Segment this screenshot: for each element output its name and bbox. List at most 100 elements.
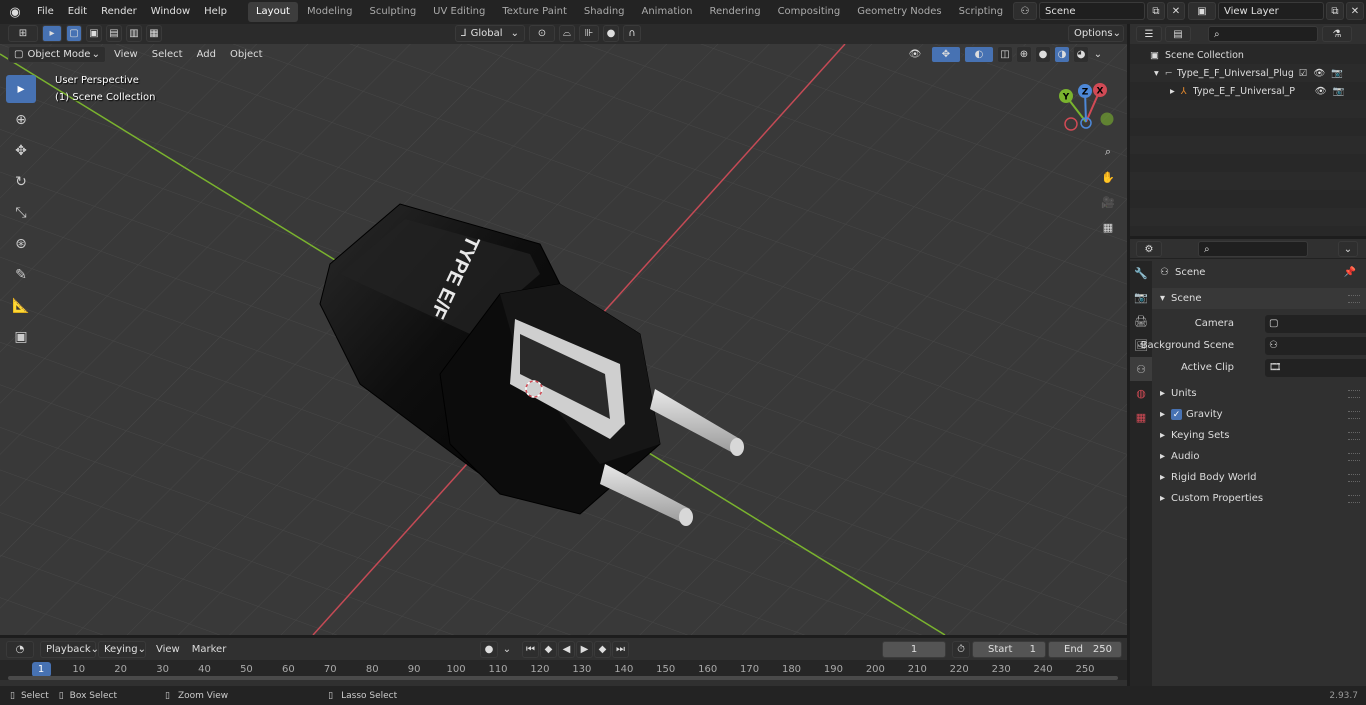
select-mode-subtract-icon[interactable]: ▤ [106,25,122,42]
drag-grip-icon[interactable] [1348,452,1360,461]
view-layer-icon[interactable]: ▣ [1188,2,1216,20]
timeline-editor-icon[interactable]: ◔ [6,640,34,658]
scene-selector-icon[interactable]: ⚇ [1013,2,1037,20]
pan-hand-icon[interactable]: ✋ [1097,166,1119,188]
wireframe-shading-icon[interactable]: ⊕ [1016,46,1032,63]
gizmo-toggle-icon[interactable]: ✥ [931,46,961,63]
rotate-tool-icon[interactable]: ↻ [6,168,36,196]
properties-editor-icon[interactable]: ⚙ [1136,241,1162,257]
menu-add[interactable]: Add [191,49,222,60]
drag-grip-icon[interactable] [1348,410,1360,419]
shading-options-icon[interactable]: ⌄ [1092,46,1104,63]
world-tab-icon[interactable]: ◍ [1130,381,1152,405]
keying-dropdown[interactable]: Keying ⌄ [98,640,146,658]
properties-search-input[interactable]: ⌕ [1198,241,1308,257]
delete-scene-icon[interactable]: ✕ [1167,2,1185,20]
drag-grip-icon[interactable] [1348,494,1360,503]
expand-arrow-icon[interactable]: ▾ [1154,68,1159,79]
tab-layout[interactable]: Layout [247,2,298,22]
outliner-editor-icon[interactable]: ☰ [1136,26,1162,42]
editor-type-icon[interactable]: ⊞ [8,25,38,42]
pivot-point-icon[interactable]: ⊙ [529,25,555,42]
menu-render[interactable]: Render [94,0,144,24]
tab-shading[interactable]: Shading [576,2,633,22]
visibility-icon[interactable]: 👁 [902,46,928,63]
xray-icon[interactable]: ◫ [997,46,1013,63]
menu-file[interactable]: File [30,0,61,24]
prev-keyframe-icon[interactable]: ◆ [540,641,557,658]
outliner-scene-collection[interactable]: ▣ Scene Collection [1130,46,1366,64]
drag-grip-icon[interactable] [1348,431,1360,440]
3d-viewport[interactable]: TYPE E/F User Perspective (1) Scene Coll… [0,44,1127,635]
camera-field[interactable]: ▢ ✒ [1265,314,1366,333]
frame-ruler[interactable]: 1 10 20 30 40 50 60 70 80 90 100 110 120 130 140 150 160… [0,660,1127,680]
add-cube-tool-icon[interactable]: ▣ [6,323,36,351]
measure-tool-icon[interactable]: 📐 [6,292,36,320]
keyframe-type-icon[interactable]: ⌄ [500,641,514,658]
select-mode-extend-icon[interactable]: ▣ [86,25,102,42]
tab-uv-editing[interactable]: UV Editing [425,2,493,22]
scale-tool-icon[interactable]: ⤡ [6,199,36,227]
expand-arrow-icon[interactable]: ▸ [1170,86,1175,97]
render-tab-icon[interactable]: 📷 [1130,285,1152,309]
tab-scripting[interactable]: Scripting [951,2,1011,22]
current-frame-field[interactable]: 1 [882,641,946,658]
filter-icon[interactable]: ⚗ [1322,26,1352,42]
eye-icon[interactable]: 👁 [1313,68,1325,79]
play-icon[interactable]: ▶ [576,641,593,658]
zoom-icon[interactable]: ⌕ [1097,141,1119,163]
select-box-tool-icon[interactable]: ▸ [6,75,36,103]
eye-icon[interactable]: 👁 [1315,86,1327,97]
options-dropdown[interactable]: Options ⌄ [1068,25,1124,42]
keying-sets-panel[interactable]: ▸ Keying Sets [1152,425,1366,446]
select-mode-intersect-icon[interactable]: ▦ [146,25,162,42]
camera-render-icon[interactable]: 📷 [1333,86,1345,97]
new-scene-icon[interactable]: ⧉ [1147,2,1165,20]
jump-end-icon[interactable]: ⏭ [612,641,629,658]
perspective-toggle-icon[interactable]: ▦ [1097,216,1119,238]
texture-tab-icon[interactable]: ▦ [1130,405,1152,429]
tab-modeling[interactable]: Modeling [299,2,361,22]
scene-section-header[interactable]: ▾ Scene [1152,288,1366,309]
navigation-gizmo[interactable]: X Y Z [1058,82,1118,142]
proportional-falloff-icon[interactable]: ∩ [623,25,641,42]
select-mode-new-icon[interactable]: ▢ [66,25,82,42]
camera-render-icon[interactable]: 📷 [1331,68,1343,79]
jump-start-icon[interactable]: ⏮ [522,641,539,658]
timeline-scrollbar[interactable] [8,676,1118,680]
playback-dropdown[interactable]: Playback ⌄ [40,640,99,658]
menu-object[interactable]: Object [224,49,269,60]
select-tool-icon[interactable]: ▸ [42,25,62,42]
properties-options-icon[interactable]: ⌄ [1338,241,1358,257]
gravity-checkbox[interactable]: ✓ [1171,409,1183,420]
preview-range-icon[interactable]: ⏱ [952,641,970,658]
pin-icon[interactable]: 📌 [1344,267,1356,278]
outliner-plug-adapter-row[interactable]: ▾ ⌐ Type_E_F_Universal_Plug_Ada ☑ 👁 📷 [1130,64,1366,82]
outliner-plug-row[interactable]: ▸ ⅄ Type_E_F_Universal_Plug 👁 📷 [1130,82,1366,100]
background-scene-field[interactable]: ⚇ [1265,336,1366,355]
move-tool-icon[interactable]: ✥ [6,137,36,165]
tab-rendering[interactable]: Rendering [701,2,768,22]
timeline-marker-menu[interactable]: Marker [186,644,233,655]
menu-window[interactable]: Window [144,0,197,24]
display-mode-icon[interactable]: ▤ [1165,26,1191,42]
delete-view-layer-icon[interactable]: ✕ [1346,2,1364,20]
tab-animation[interactable]: Animation [634,2,701,22]
overlay-toggle-icon[interactable]: ◐ [964,46,994,63]
menu-select[interactable]: Select [146,49,189,60]
start-frame-field[interactable]: Start 1 [972,641,1046,658]
drag-grip-icon[interactable] [1348,294,1360,303]
tab-geometry-nodes[interactable]: Geometry Nodes [849,2,949,22]
new-view-layer-icon[interactable]: ⧉ [1326,2,1344,20]
blender-logo-icon[interactable]: ◉ [0,0,30,24]
camera-view-icon[interactable]: 🎥 [1097,191,1119,213]
outliner-search-input[interactable]: ⌕ [1208,26,1318,42]
tab-sculpting[interactable]: Sculpting [361,2,424,22]
end-frame-field[interactable]: End 250 [1048,641,1122,658]
cursor-tool-icon[interactable]: ⊕ [6,106,36,134]
transform-tool-icon[interactable]: ⊛ [6,230,36,258]
object-mode-dropdown[interactable]: ▢ Object Mode ⌄ [8,46,106,63]
material-shading-icon[interactable]: ◑ [1054,46,1070,63]
timeline-view-menu[interactable]: View [150,644,186,655]
menu-help[interactable]: Help [197,0,234,24]
